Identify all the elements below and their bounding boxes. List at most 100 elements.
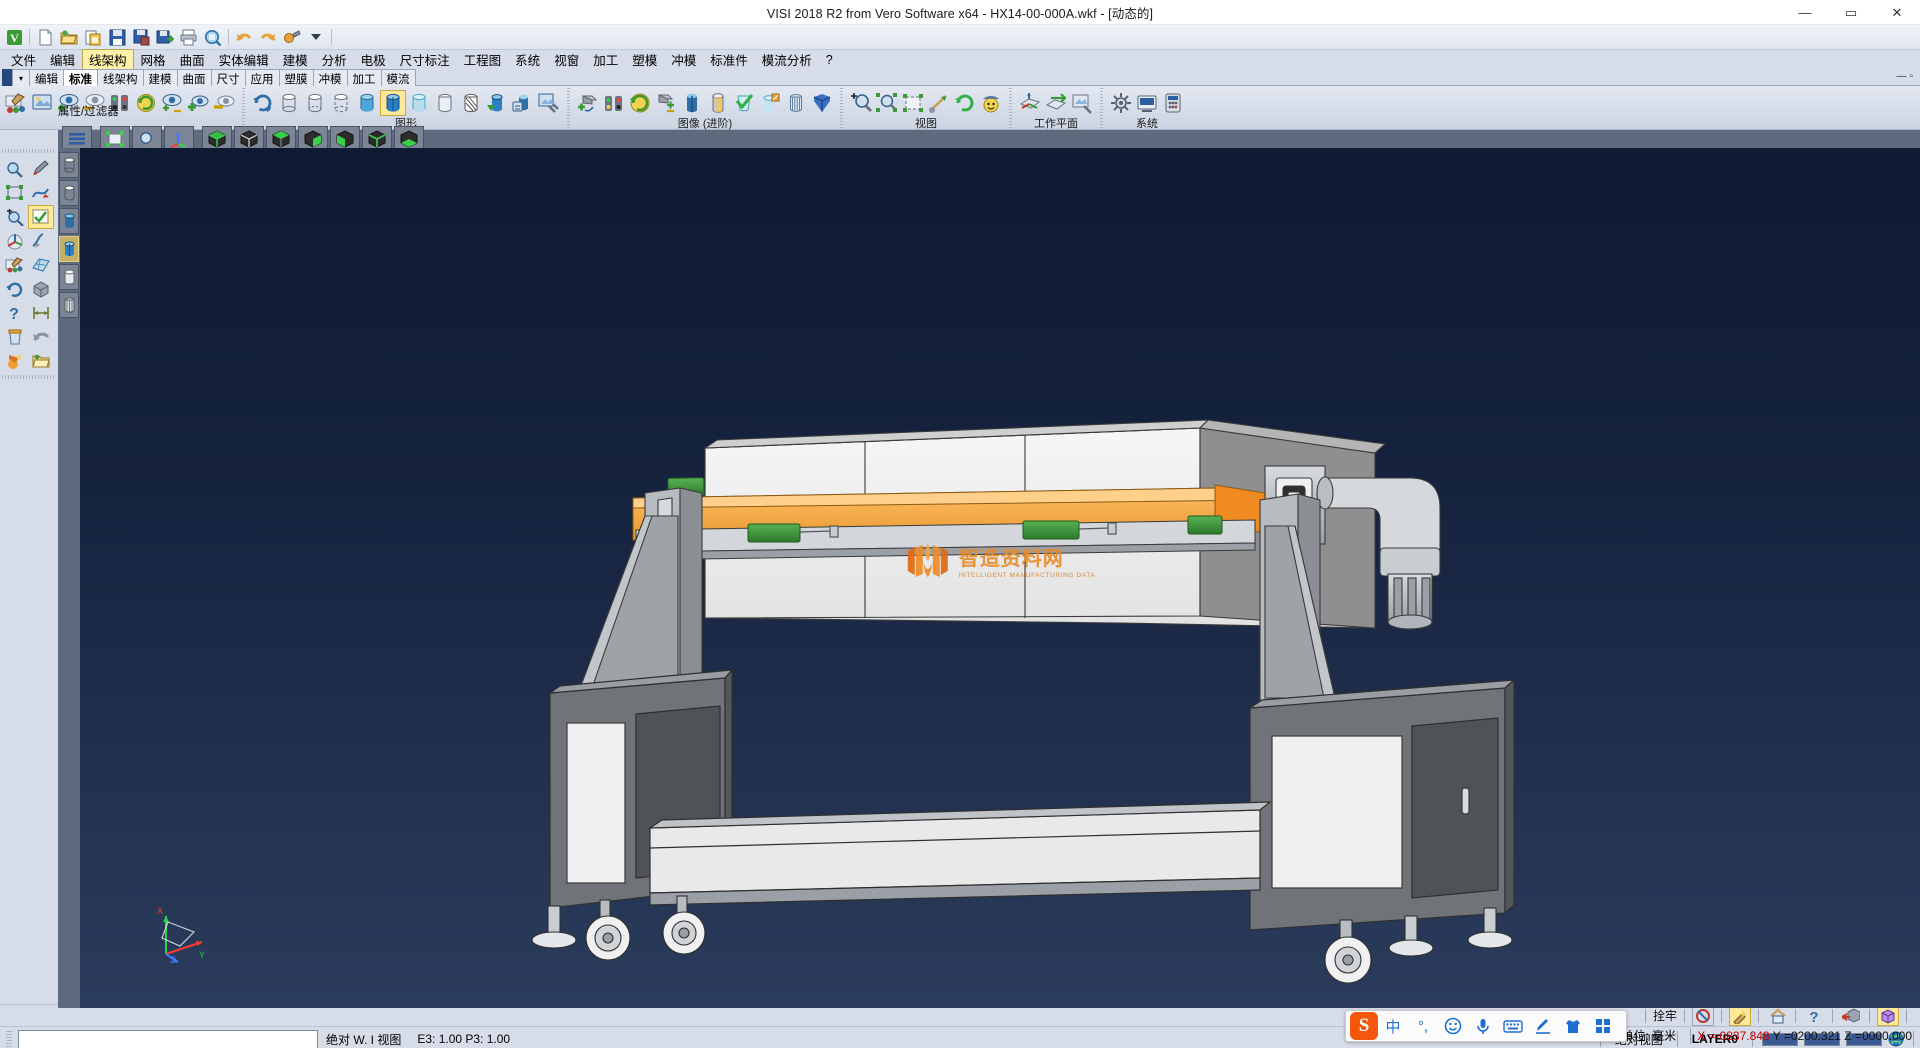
add-visible-icon[interactable] [185, 90, 211, 116]
environment-icon[interactable] [627, 90, 653, 116]
menu-item-6[interactable]: 建模 [276, 49, 315, 70]
quick-shade-icon[interactable] [432, 90, 458, 116]
ime-mode-chinese[interactable]: 中 [1378, 1012, 1408, 1040]
menu-item-0[interactable]: 文件 [4, 49, 43, 70]
inner-restore-button[interactable]: ▫ [1909, 71, 1916, 82]
panel-grip-bottom[interactable] [2, 375, 56, 379]
zoom-in-icon[interactable] [848, 90, 874, 116]
customize-dropdown-icon[interactable] [304, 26, 328, 48]
refresh-view-icon[interactable] [133, 90, 159, 116]
workplane-align-icon[interactable] [1043, 90, 1069, 116]
redo-icon[interactable] [256, 26, 280, 48]
select-window-icon[interactable] [2, 181, 28, 205]
ime-punctuation-icon[interactable]: °, [1408, 1012, 1438, 1040]
layer-manager-icon[interactable] [29, 90, 55, 116]
menu-item-3[interactable]: 网格 [134, 49, 173, 70]
texture-icon[interactable] [757, 90, 783, 116]
material-cylinder-icon[interactable] [679, 90, 705, 116]
solid-box-icon[interactable] [28, 277, 54, 301]
menu-item-13[interactable]: 加工 [586, 49, 625, 70]
inner-minimize-button[interactable]: — [1896, 71, 1909, 82]
ime-handwriting-icon[interactable] [1528, 1012, 1558, 1040]
light-plusminus-icon[interactable] [653, 90, 679, 116]
zoom-plus-icon[interactable] [2, 205, 28, 229]
ribbon-tab-4[interactable]: 曲面 [177, 69, 212, 86]
menu-item-15[interactable]: 冲模 [664, 49, 703, 70]
status-grip[interactable] [6, 1031, 12, 1047]
save-icon[interactable] [105, 26, 129, 48]
open-folder-icon[interactable] [28, 349, 54, 373]
add-light-icon[interactable] [575, 90, 601, 116]
color-edit-icon[interactable] [2, 253, 28, 277]
pin-solid-icon[interactable] [1840, 1006, 1862, 1026]
ribbon-tab-2[interactable]: 线架构 [97, 69, 144, 86]
color-properties-icon[interactable] [3, 90, 29, 116]
ribbon-tab-10[interactable]: 模流 [381, 69, 416, 86]
zoom-fit-icon[interactable] [900, 90, 926, 116]
maximize-button[interactable]: ▭ [1828, 0, 1874, 25]
ribbon-tab-5[interactable]: 尺寸 [211, 69, 246, 86]
shaded-edges-icon[interactable] [380, 90, 406, 116]
dimension-icon[interactable] [28, 301, 54, 325]
system-config-icon[interactable] [1134, 90, 1160, 116]
command-input[interactable] [18, 1030, 318, 1048]
ime-skin-icon[interactable] [1558, 1012, 1588, 1040]
delete-icon[interactable] [2, 325, 28, 349]
ime-toolbox-icon[interactable] [1588, 1012, 1618, 1040]
shaded-icon[interactable] [354, 90, 380, 116]
ribbon-tab-3[interactable]: 建模 [143, 69, 178, 86]
render-settings-icon[interactable] [536, 90, 562, 116]
regen-icon[interactable] [250, 90, 276, 116]
spline-edit-icon[interactable] [28, 229, 54, 253]
section-icon[interactable] [458, 90, 484, 116]
quickshade-mode-icon[interactable] [59, 264, 79, 290]
undo-icon[interactable] [232, 26, 256, 48]
hidden-line-mode-icon[interactable] [59, 180, 79, 206]
menu-item-10[interactable]: 工程图 [457, 49, 509, 70]
ime-voice-icon[interactable] [1468, 1012, 1498, 1040]
menu-item-12[interactable]: 视窗 [547, 49, 586, 70]
blank-render-icon[interactable] [510, 90, 536, 116]
workplane-manager-icon[interactable] [1069, 90, 1095, 116]
ribbon-tab-1[interactable]: 标准 [63, 69, 98, 86]
transparent-icon[interactable] [406, 90, 432, 116]
dynamic-view-icon[interactable] [978, 90, 1004, 116]
menu-item-17[interactable]: 模流分析 [755, 49, 819, 70]
app-logo-icon[interactable]: V [2, 26, 26, 48]
system-settings-icon[interactable] [1108, 90, 1134, 116]
wireframe-mode-icon[interactable] [59, 152, 79, 178]
import-file-icon[interactable] [81, 26, 105, 48]
home-view-icon[interactable] [1766, 1006, 1788, 1026]
panel-grip[interactable] [2, 149, 56, 153]
menu-item-11[interactable]: 系统 [508, 49, 547, 70]
pencil-edit-icon[interactable] [28, 157, 54, 181]
help-icon[interactable]: ? [2, 301, 28, 325]
save-as-icon[interactable] [129, 26, 153, 48]
ime-emoji-icon[interactable] [1438, 1012, 1468, 1040]
zoom-tool-icon[interactable] [2, 157, 28, 181]
ribbon-tab-9[interactable]: 加工 [347, 69, 382, 86]
surface-icon[interactable] [28, 253, 54, 277]
solid-cube-icon[interactable] [809, 90, 835, 116]
3d-viewport[interactable]: 智造资料网 INTELLIGENT MANUFACTURING DATA [80, 148, 1920, 1008]
transparent-mode-icon[interactable] [59, 236, 79, 262]
export-icon[interactable] [153, 26, 177, 48]
stripe-cylinder-icon[interactable] [705, 90, 731, 116]
refresh-icon[interactable] [2, 277, 28, 301]
new-file-icon[interactable] [33, 26, 57, 48]
inner-window-controls[interactable]: —▫ [1896, 71, 1916, 82]
light-traffic-icon[interactable] [601, 90, 627, 116]
check-filter-icon[interactable] [28, 205, 54, 229]
menu-item-5[interactable]: 实体编辑 [212, 49, 276, 70]
hidden-line-icon[interactable] [302, 90, 328, 116]
hidden-dashed-icon[interactable] [328, 90, 354, 116]
snap-toggle-icon[interactable] [1692, 1006, 1714, 1026]
rotate-view-icon[interactable] [952, 90, 978, 116]
render-icon[interactable] [484, 90, 510, 116]
curve-edit-icon[interactable] [28, 181, 54, 205]
magic-wand-icon[interactable] [1729, 1006, 1751, 1026]
mesh-cylinder-icon[interactable] [783, 90, 809, 116]
open-file-icon[interactable] [57, 26, 81, 48]
workplane-set-icon[interactable] [1017, 90, 1043, 116]
ribbon-tab-7[interactable]: 塑膜 [279, 69, 314, 86]
